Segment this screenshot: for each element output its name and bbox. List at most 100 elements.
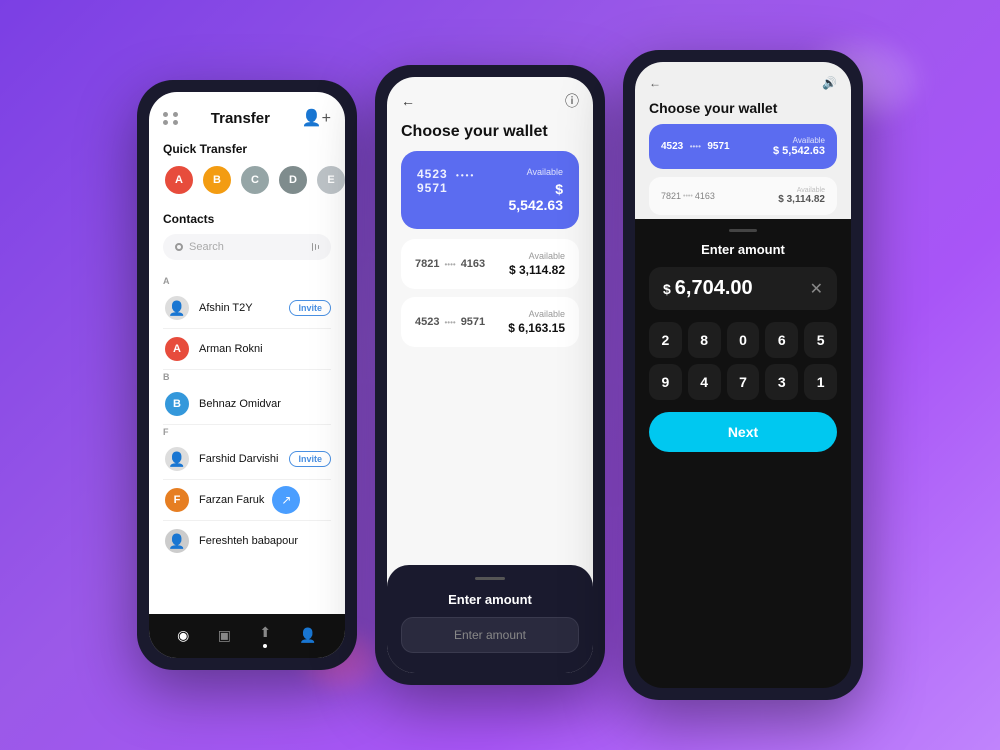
alpha-a: A [149,274,345,288]
numkey-0[interactable]: 0 [727,322,760,358]
next-button[interactable]: Next [649,412,837,452]
numkey-4[interactable]: 4 [688,364,721,400]
amount-p3: $ 5,542.63 [773,145,825,157]
amount-p3: $ 3,114.82 [778,194,825,205]
contact-name: Arman Rokni [199,343,263,355]
alpha-f: F [149,425,345,439]
numkey-9[interactable]: 9 [649,364,682,400]
amount-input[interactable]: Enter amount [401,617,579,653]
wallet-card[interactable]: 4523 •••• 9571 Available $ 6,163.15 [401,297,579,347]
back-icon-p3[interactable]: ← [649,76,661,90]
card-balance: Available $ 6,163.15 [508,309,565,335]
wallet-icon: ▣ [218,627,231,643]
avatar: 👤 [163,294,191,322]
filter-icon[interactable] [312,243,319,251]
nav-transfer[interactable]: ⬆ [259,624,271,648]
numkey-2[interactable]: 2 [649,322,682,358]
available-label: Available [508,309,565,319]
p3-wallet-card[interactable]: 7821 •••• 4163 Available $ 3,114.82 [649,177,837,215]
info-icon-p3[interactable]: 🔊 [822,76,837,90]
card-dots: •••• [456,171,475,180]
clear-button[interactable]: ✕ [810,279,823,299]
contact-name: Fereshteh babapour [199,535,298,547]
phone-numpad: ← 🔊 Choose your wallet 4523 •••• 9571 Av… [623,50,863,700]
back-icon[interactable]: ← [401,93,415,109]
avatar: 👤 [163,445,191,473]
list-item: 👤 Farshid Darvishi Invite [149,439,345,479]
enter-amount-title: Enter amount [401,592,579,607]
available-label: Available [509,251,565,261]
available-label-p3: Available [773,136,825,145]
amount-value: 6,704.00 [675,277,810,300]
nav-wallet[interactable]: ▣ [218,627,231,645]
avatar[interactable]: A [163,164,195,196]
numkey-1[interactable]: 1 [804,364,837,400]
avatar[interactable]: E [315,164,345,196]
contact-name: Behnaz Omidvar [199,398,281,410]
p3-bottom-sheet: Enter amount $ 6,704.00 ✕ 2 8 0 6 5 9 4 … [635,219,851,688]
avatar: F [163,486,191,514]
contact-name: Farshid Darvishi [199,453,278,465]
p3-wallet-card-selected[interactable]: 4523 •••• 9571 Available $ 5,542.63 [649,124,837,169]
nav-profile[interactable]: 👤 [299,627,316,645]
choose-wallet-title: Choose your wallet [387,119,593,151]
add-person-icon[interactable]: 👤+ [302,108,331,128]
avatar: 👤 [163,527,191,555]
p3-top-section: ← 🔊 Choose your wallet 4523 •••• 9571 Av… [635,62,851,219]
available-label: Available [504,167,563,177]
list-item: 👤 Fereshteh babapour [149,521,345,561]
invite-button[interactable]: Invite [289,451,331,467]
card-balance: Available $ 3,114.82 [509,251,565,277]
card-number-prefix: 4523 [417,167,448,181]
bottom-nav: ◉ ▣ ⬆ 👤 [149,614,345,658]
wallet-card-selected[interactable]: 4523 •••• 9571 Available $ 5,542.63 [401,151,579,229]
wallet-amount: $ 5,542.63 [504,181,563,213]
menu-icon[interactable] [163,112,179,125]
wallet-card[interactable]: 7821 •••• 4163 Available $ 3,114.82 [401,239,579,289]
enter-amount-label-p3: Enter amount [649,242,837,257]
numpad: 2 8 0 6 5 9 4 7 3 1 [649,322,837,400]
transfer-icon: ⬆ [259,624,271,640]
transfer-title: Transfer [211,110,270,127]
alpha-b: B [149,370,345,384]
card-info: 7821 •••• 4163 [415,258,485,270]
wallet-amount: $ 6,163.15 [508,321,565,335]
search-icon [175,243,183,251]
phone-choose-wallet: ← ⓘ Choose your wallet 4523 •••• 9571 [375,65,605,685]
amount-display: $ 6,704.00 ✕ [649,267,837,310]
choose-wallet-title-p3: Choose your wallet [649,100,837,124]
avatar: B [163,390,191,418]
info-icon[interactable]: ⓘ [565,91,579,111]
avatar[interactable]: C [239,164,271,196]
search-placeholder: Search [189,241,306,253]
avatar[interactable]: B [201,164,233,196]
fab-transfer-button[interactable]: ↗ [272,486,300,514]
search-input[interactable]: Search [163,234,331,260]
phone-transfer: Transfer 👤+ Quick Transfer A B C D E F [137,80,357,670]
sheet-handle-p3 [729,229,757,232]
nav-chart[interactable]: ◉ [177,627,189,645]
avatar: A [163,335,191,363]
numkey-7[interactable]: 7 [727,364,760,400]
sheet-handle [475,577,505,580]
invite-button[interactable]: Invite [289,300,331,316]
contact-name: Farzan Faruk [199,494,264,506]
contacts-label: Contacts [163,212,331,226]
wallet-amount: $ 3,114.82 [509,263,565,277]
numkey-5[interactable]: 5 [804,322,837,358]
available-label-p3: Available [778,187,825,194]
numkey-8[interactable]: 8 [688,322,721,358]
avatar[interactable]: D [277,164,309,196]
card-number-suffix: 9571 [417,181,448,195]
list-item: B Behnaz Omidvar [149,384,345,424]
list-item: A Arman Rokni [149,329,345,369]
profile-icon: 👤 [299,627,316,643]
currency-symbol: $ [663,281,671,297]
numkey-6[interactable]: 6 [765,322,798,358]
list-item: 👤 Afshin T2Y Invite [149,288,345,328]
card-info: 4523 •••• 9571 [415,316,485,328]
screens-container: Transfer 👤+ Quick Transfer A B C D E F [117,30,883,720]
list-item: F Farzan Faruk ↗ [149,480,345,520]
quick-transfer-avatars: A B C D E F [163,164,331,196]
numkey-3[interactable]: 3 [765,364,798,400]
